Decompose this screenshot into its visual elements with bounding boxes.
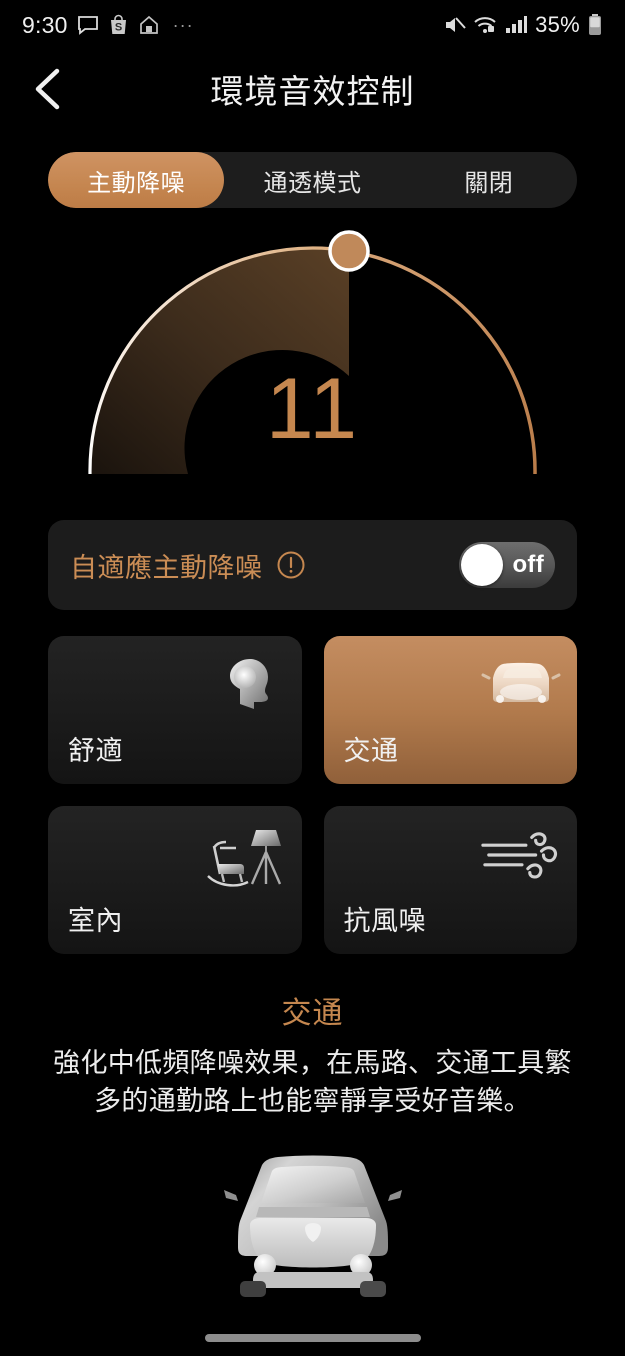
rocking-chair-lamp-icon (204, 816, 288, 894)
mode-grid: 舒適 交通 室內 抗風噪 (48, 636, 577, 954)
page-title: 環境音效控制 (210, 73, 415, 110)
status-bar-left: 9:30 S ··· (22, 12, 194, 39)
head-comfort-icon (204, 646, 288, 724)
mode-card-traffic[interactable]: 交通 (323, 636, 577, 784)
mode-card-traffic-label: 交通 (343, 736, 399, 766)
status-overflow-icon: ··· (172, 14, 194, 35)
status-bar-right: 35% (442, 12, 603, 38)
battery-icon (587, 13, 603, 37)
content-area: 自適應主動降噪 off 舒適 交通 室內 抗風噪 (0, 520, 625, 954)
info-exclamation-icon[interactable] (276, 550, 306, 580)
battery-percentage: 35% (535, 12, 580, 37)
tab-off[interactable]: 關閉 (401, 152, 577, 208)
mute-icon (442, 14, 466, 36)
mode-description-body: 強化中低頻降噪效果，在馬路、交通工具繁多的通勤路上也能寧靜享受好音樂。 (53, 1048, 572, 1117)
cellular-signal-icon (504, 14, 528, 36)
adaptive-anc-label: 自適應主動降噪 (70, 552, 263, 583)
app-header: 環境音效控制 (0, 50, 625, 128)
toggle-state-label: off (512, 551, 544, 578)
mode-card-indoor-label: 室內 (68, 906, 123, 936)
anc-level-value: 11 (265, 361, 360, 457)
mode-card-wind-label: 抗風噪 (343, 906, 426, 936)
adaptive-anc-row[interactable]: 自適應主動降噪 off (48, 520, 577, 610)
hero-illustration (0, 1137, 625, 1302)
mode-card-wind[interactable]: 抗風噪 (323, 806, 577, 954)
car-front-icon (479, 646, 563, 724)
message-icon (77, 14, 99, 36)
anc-level-dial[interactable]: 11 (0, 226, 625, 488)
wifi-secured-icon (473, 14, 497, 36)
toggle-knob (461, 544, 503, 586)
home-indicator[interactable] (204, 1334, 421, 1342)
tab-anc[interactable]: 主動降噪 (48, 152, 224, 208)
mode-description-title: 交通 (281, 997, 344, 1030)
shopping-icon: S (108, 14, 129, 36)
back-button[interactable] (16, 57, 80, 121)
mode-description: 交通 強化中低頻降噪效果，在馬路、交通工具繁多的通勤路上也能寧靜享受好音樂。 (0, 988, 625, 1121)
home-icon (138, 14, 160, 36)
adaptive-anc-toggle[interactable]: off (459, 542, 555, 588)
tab-ambient[interactable]: 通透模式 (224, 152, 400, 208)
status-bar-clock: 9:30 (22, 11, 68, 38)
svg-text:S: S (114, 22, 121, 34)
wind-icon (479, 816, 563, 894)
mode-card-comfort[interactable]: 舒適 (48, 636, 302, 784)
dial-thumb[interactable] (328, 230, 370, 272)
car-front-illustration (223, 1155, 402, 1297)
mode-tabs: 主動降噪 通透模式 關閉 (48, 152, 577, 208)
mode-card-comfort-label: 舒適 (68, 736, 123, 766)
mode-card-indoor[interactable]: 室內 (48, 806, 302, 954)
status-bar: 9:30 S ··· 35% (0, 0, 625, 50)
mode-tabs-wrapper: 主動降噪 通透模式 關閉 (0, 128, 625, 208)
